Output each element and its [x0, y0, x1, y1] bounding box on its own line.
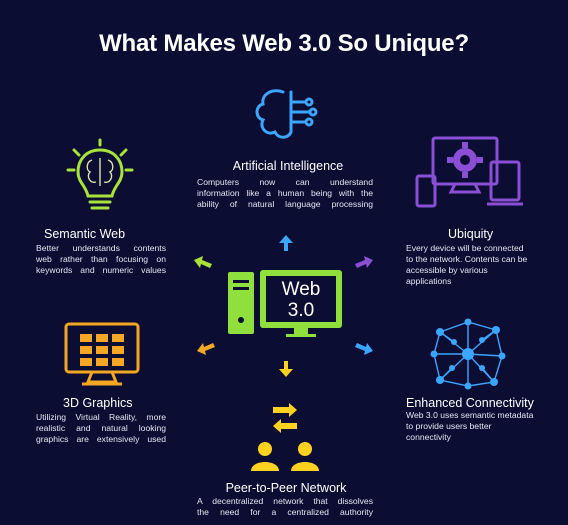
arrow-downright-icon	[355, 343, 373, 355]
cloud-network-icon	[255, 89, 318, 139]
ubiquity-desc-line-1: Every device will be connected	[406, 243, 524, 253]
monitor-grid-icon	[64, 322, 140, 386]
ubiquity-desc-line-3: accessible by various	[406, 265, 488, 275]
graphics-desc-line-1: Utilizing Virtual Reality, more	[36, 412, 166, 422]
page-title: What Makes Web 3.0 So Unique?	[99, 30, 469, 57]
ai-desc-line-3: ability of natural language processing	[197, 199, 373, 209]
ubiquity-label: Ubiquity	[448, 227, 494, 241]
connectivity-label: Enhanced Connectivity	[406, 396, 534, 410]
p2p-desc-line-1: A decentralized network that dissolves	[197, 496, 373, 506]
semantic-desc-line-2: web rather than focusing on	[36, 254, 166, 264]
graphics-desc-line-3: graphics are extensively used	[36, 434, 166, 444]
ai-label: Artificial Intelligence	[232, 159, 344, 173]
brain-bulb-icon	[66, 138, 134, 210]
center-version-text: 3.0	[287, 300, 315, 321]
p2p-desc-line-2: the need for a centralized authority	[197, 507, 373, 517]
semantic-label: Semantic Web	[44, 227, 126, 241]
semantic-desc-line-3: keywords and numeric values	[36, 265, 166, 275]
p2p-label: Peer-to-Peer Network	[225, 481, 347, 495]
connectivity-desc-line-1: Web 3.0 uses semantic metadata	[406, 410, 534, 420]
network-people-icon	[430, 318, 506, 390]
center-web-text: Web	[281, 279, 321, 300]
arrow-downleft-icon	[197, 343, 215, 355]
ai-desc-line-2: information like a human being with the	[197, 188, 373, 198]
arrow-upleft-icon	[194, 256, 212, 268]
graphics-desc-line-2: realistic and natural looking	[36, 423, 166, 433]
ubiquity-desc-line-4: applications	[406, 276, 452, 286]
arrow-down-icon	[279, 361, 293, 377]
devices-gear-icon	[415, 136, 523, 208]
connectivity-desc-line-3: connectivity	[406, 432, 451, 442]
ubiquity-desc-line-2: to the network. Contents can be	[406, 254, 528, 264]
semantic-desc-line-1: Better understands contents	[36, 243, 166, 253]
graphics-label: 3D Graphics	[63, 396, 133, 410]
arrow-upright-icon	[355, 256, 373, 268]
arrow-up-icon	[279, 235, 293, 251]
connectivity-desc-line-2: to provide users better	[406, 421, 492, 431]
ai-desc-line-1: Computers now can understand	[197, 177, 373, 187]
peer-exchange-icon	[251, 403, 319, 471]
